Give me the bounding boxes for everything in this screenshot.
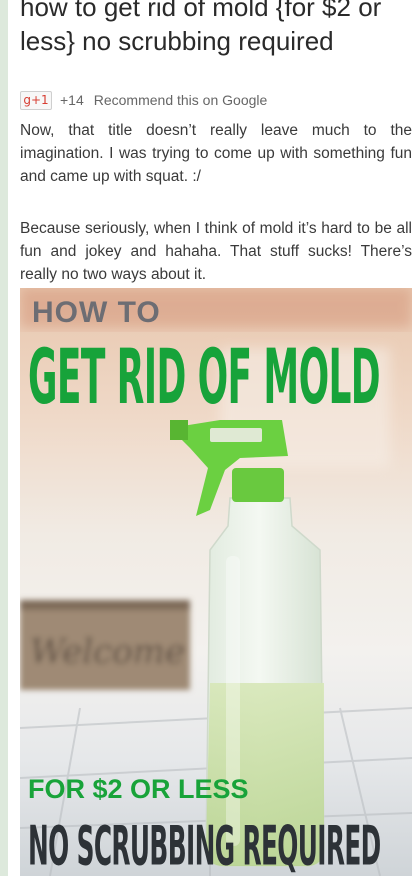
overlay-get-rid-of-mold: GET RID OF MOLD — [28, 333, 381, 422]
overlay-how-to: HOW TO — [32, 296, 161, 329]
intro-paragraph: Now, that title doesn’t really leave muc… — [20, 122, 412, 185]
overlay-price: FOR $2 OR LESS — [28, 774, 249, 804]
left-rail — [0, 0, 8, 876]
post-title[interactable]: how to get rid of mold {for $2 or less} … — [20, 0, 416, 58]
crate-sign-text: Welcome — [30, 632, 185, 672]
overlay-no-scrubbing: NO SCRUBBING REQUIRED — [28, 816, 381, 876]
second-paragraph: Because seriously, when I think of mold … — [20, 220, 412, 283]
page: how to get rid of mold {for $2 or less} … — [0, 0, 420, 876]
crate-sign: Welcome — [20, 600, 190, 690]
gplus-count: +14 — [60, 92, 84, 108]
gplus-button[interactable]: g+1 — [20, 90, 52, 110]
gplus-bar: g+1 +14 Recommend this on Google — [20, 90, 267, 110]
post-image[interactable]: Welcome HOW TO GET RID OF MOLD FOR $2 OR… — [20, 288, 412, 876]
gplus-recommend-label: Recommend this on Google — [93, 92, 268, 108]
